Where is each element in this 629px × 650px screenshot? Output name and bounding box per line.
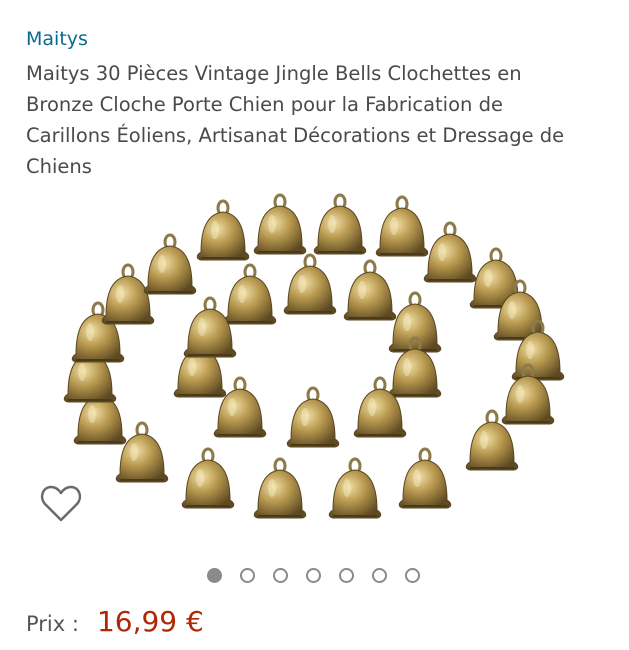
product-title-line: Bronze Cloche Porte Chien pour la Fabric… bbox=[26, 93, 503, 116]
carousel-dot[interactable] bbox=[339, 568, 354, 583]
product-title-line: Carillons Éoliens, Artisanat Décorations… bbox=[26, 124, 565, 147]
heart-outline-icon bbox=[40, 485, 82, 522]
carousel-dot[interactable] bbox=[405, 568, 420, 583]
product-title-line: Chiens bbox=[26, 155, 92, 178]
carousel-dot[interactable] bbox=[207, 568, 222, 583]
product-title: Maitys 30 Pièces Vintage Jingle Bells Cl… bbox=[26, 58, 606, 182]
brand-link[interactable]: Maitys bbox=[26, 28, 88, 50]
product-image[interactable] bbox=[30, 190, 610, 550]
carousel-dot[interactable] bbox=[372, 568, 387, 583]
wishlist-button[interactable] bbox=[40, 484, 82, 524]
bells-group bbox=[62, 193, 566, 520]
product-title-line: Maitys 30 Pièces Vintage Jingle Bells Cl… bbox=[26, 62, 522, 85]
price-row: Prix : 16,99 € bbox=[26, 605, 204, 638]
carousel-dot[interactable] bbox=[240, 568, 255, 583]
price-value: 16,99 € bbox=[96, 605, 204, 638]
carousel-dot[interactable] bbox=[306, 568, 321, 583]
price-label: Prix : bbox=[26, 612, 79, 636]
image-carousel-indicators bbox=[207, 568, 420, 583]
carousel-dot[interactable] bbox=[273, 568, 288, 583]
